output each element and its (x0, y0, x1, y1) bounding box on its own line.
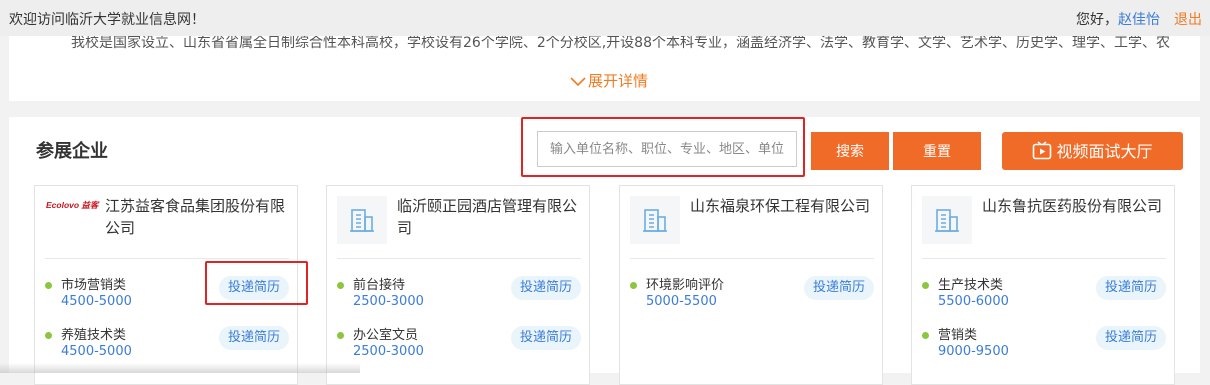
job-item: 养殖技术类 4500-5000 投递简历 (45, 324, 289, 366)
bullet-dot (630, 282, 637, 289)
expand-details-button[interactable]: 展开详情 (570, 70, 648, 91)
company-logo (922, 196, 972, 244)
job-title[interactable]: 营销类 (938, 324, 977, 343)
card-divider (337, 258, 581, 259)
expand-details-label: 展开详情 (588, 72, 649, 90)
bullet-dot (922, 282, 929, 289)
building-icon (643, 209, 667, 232)
job-title[interactable]: 环境影响评价 (646, 274, 724, 293)
job-salary: 9000-9500 (938, 344, 1009, 359)
job-salary: 2500-3000 (353, 344, 424, 359)
section-title: 参展企业 (36, 141, 108, 162)
job-title[interactable]: 生产技术类 (938, 274, 1003, 293)
company-name[interactable]: 江苏益客食品集团股份有限公司 (105, 195, 287, 239)
logo-wordmark: Ecolovo 益客 (46, 200, 100, 210)
company-logo (337, 196, 387, 244)
bullet-dot (337, 282, 344, 289)
company-card[interactable]: Ecolovo 益客 江苏益客食品集团股份有限公司 市场营销类 4500-500… (34, 185, 298, 385)
job-title[interactable]: 养殖技术类 (61, 324, 126, 343)
job-salary: 4500-5000 (61, 344, 132, 359)
bullet-dot (337, 332, 344, 339)
company-card[interactable]: 山东鲁抗医药股份有限公司 生产技术类 5500-6000 投递简历 营销类 90… (911, 185, 1175, 385)
building-icon (350, 209, 374, 232)
user-area: 您好，赵佳怡 退出 (1076, 9, 1202, 29)
card-divider (630, 258, 874, 259)
school-intro-panel: 我校是国家设立、山东省省属全日制综合性本科高校，学校设有26个学院、2个分校区,… (9, 36, 1200, 101)
video-interview-hall-label: 视频面试大厅 (1056, 142, 1153, 161)
job-item: 市场营销类 4500-5000 投递简历 (45, 274, 289, 316)
apply-resume-button[interactable]: 投递简历 (219, 326, 289, 350)
job-title[interactable]: 办公室文员 (353, 324, 418, 343)
apply-resume-button[interactable]: 投递简历 (511, 276, 581, 300)
job-item: 办公室文员 2500-3000 投递简历 (337, 324, 581, 366)
greeting-text: 您好， (1076, 12, 1118, 28)
bullet-dot (45, 332, 52, 339)
top-bar: 欢迎访问临沂大学就业信息网！ 您好，赵佳怡 退出 (0, 0, 1210, 36)
card-divider (45, 258, 289, 259)
bottom-scroll-shadow (0, 363, 360, 373)
job-salary: 5500-6000 (938, 294, 1009, 309)
apply-resume-button[interactable]: 投递简历 (219, 276, 289, 300)
company-card[interactable]: 临沂颐正园酒店管理有限公司 前台接待 2500-3000 投递简历 办公室文员 … (326, 185, 590, 385)
reset-button[interactable]: 重置 (893, 132, 981, 170)
logout-link[interactable]: 退出 (1174, 12, 1202, 28)
welcome-text: 欢迎访问临沂大学就业信息网！ (9, 12, 205, 28)
building-icon (935, 209, 959, 232)
company-name[interactable]: 山东福泉环保工程有限公司 (690, 195, 872, 217)
job-salary: 5000-5500 (646, 294, 717, 309)
company-card[interactable]: 山东福泉环保工程有限公司 环境影响评价 5000-5500 投递简历 (619, 185, 883, 385)
job-title[interactable]: 前台接待 (353, 274, 405, 293)
job-item: 前台接待 2500-3000 投递简历 (337, 274, 581, 316)
search-input[interactable] (537, 131, 797, 167)
card-divider (922, 258, 1166, 259)
company-name[interactable]: 山东鲁抗医药股份有限公司 (982, 195, 1164, 217)
apply-resume-button[interactable]: 投递简历 (804, 276, 874, 300)
apply-resume-button[interactable]: 投递简历 (511, 326, 581, 350)
company-name[interactable]: 临沂颐正园酒店管理有限公司 (397, 195, 579, 239)
bullet-dot (922, 332, 929, 339)
job-item: 生产技术类 5500-6000 投递简历 (922, 274, 1166, 316)
apply-resume-button[interactable]: 投递简历 (1096, 326, 1166, 350)
company-logo (630, 196, 680, 244)
apply-resume-button[interactable]: 投递简历 (1096, 276, 1166, 300)
school-intro-text: 我校是国家设立、山东省省属全日制综合性本科高校，学校设有26个学院、2个分校区,… (71, 36, 1170, 51)
search-wrap (533, 131, 803, 171)
chevron-down-icon (570, 77, 586, 87)
job-salary: 4500-5000 (61, 294, 132, 309)
bullet-dot (45, 282, 52, 289)
job-item: 环境影响评价 5000-5500 投递简历 (630, 274, 874, 316)
job-salary: 2500-3000 (353, 294, 424, 309)
company-logo: Ecolovo 益客 (45, 196, 103, 216)
video-play-icon (1033, 141, 1052, 160)
search-button[interactable]: 搜索 (811, 132, 889, 170)
job-item: 营销类 9000-9500 投递简历 (922, 324, 1166, 366)
job-title[interactable]: 市场营销类 (61, 274, 126, 293)
exhibitors-panel: 参展企业 搜索 重置 视频面试大厅 Ecolovo 益客 江苏益客食品集团股份有… (9, 117, 1200, 385)
user-name-link[interactable]: 赵佳怡 (1118, 12, 1160, 28)
video-interview-hall-button[interactable]: 视频面试大厅 (1002, 132, 1183, 170)
